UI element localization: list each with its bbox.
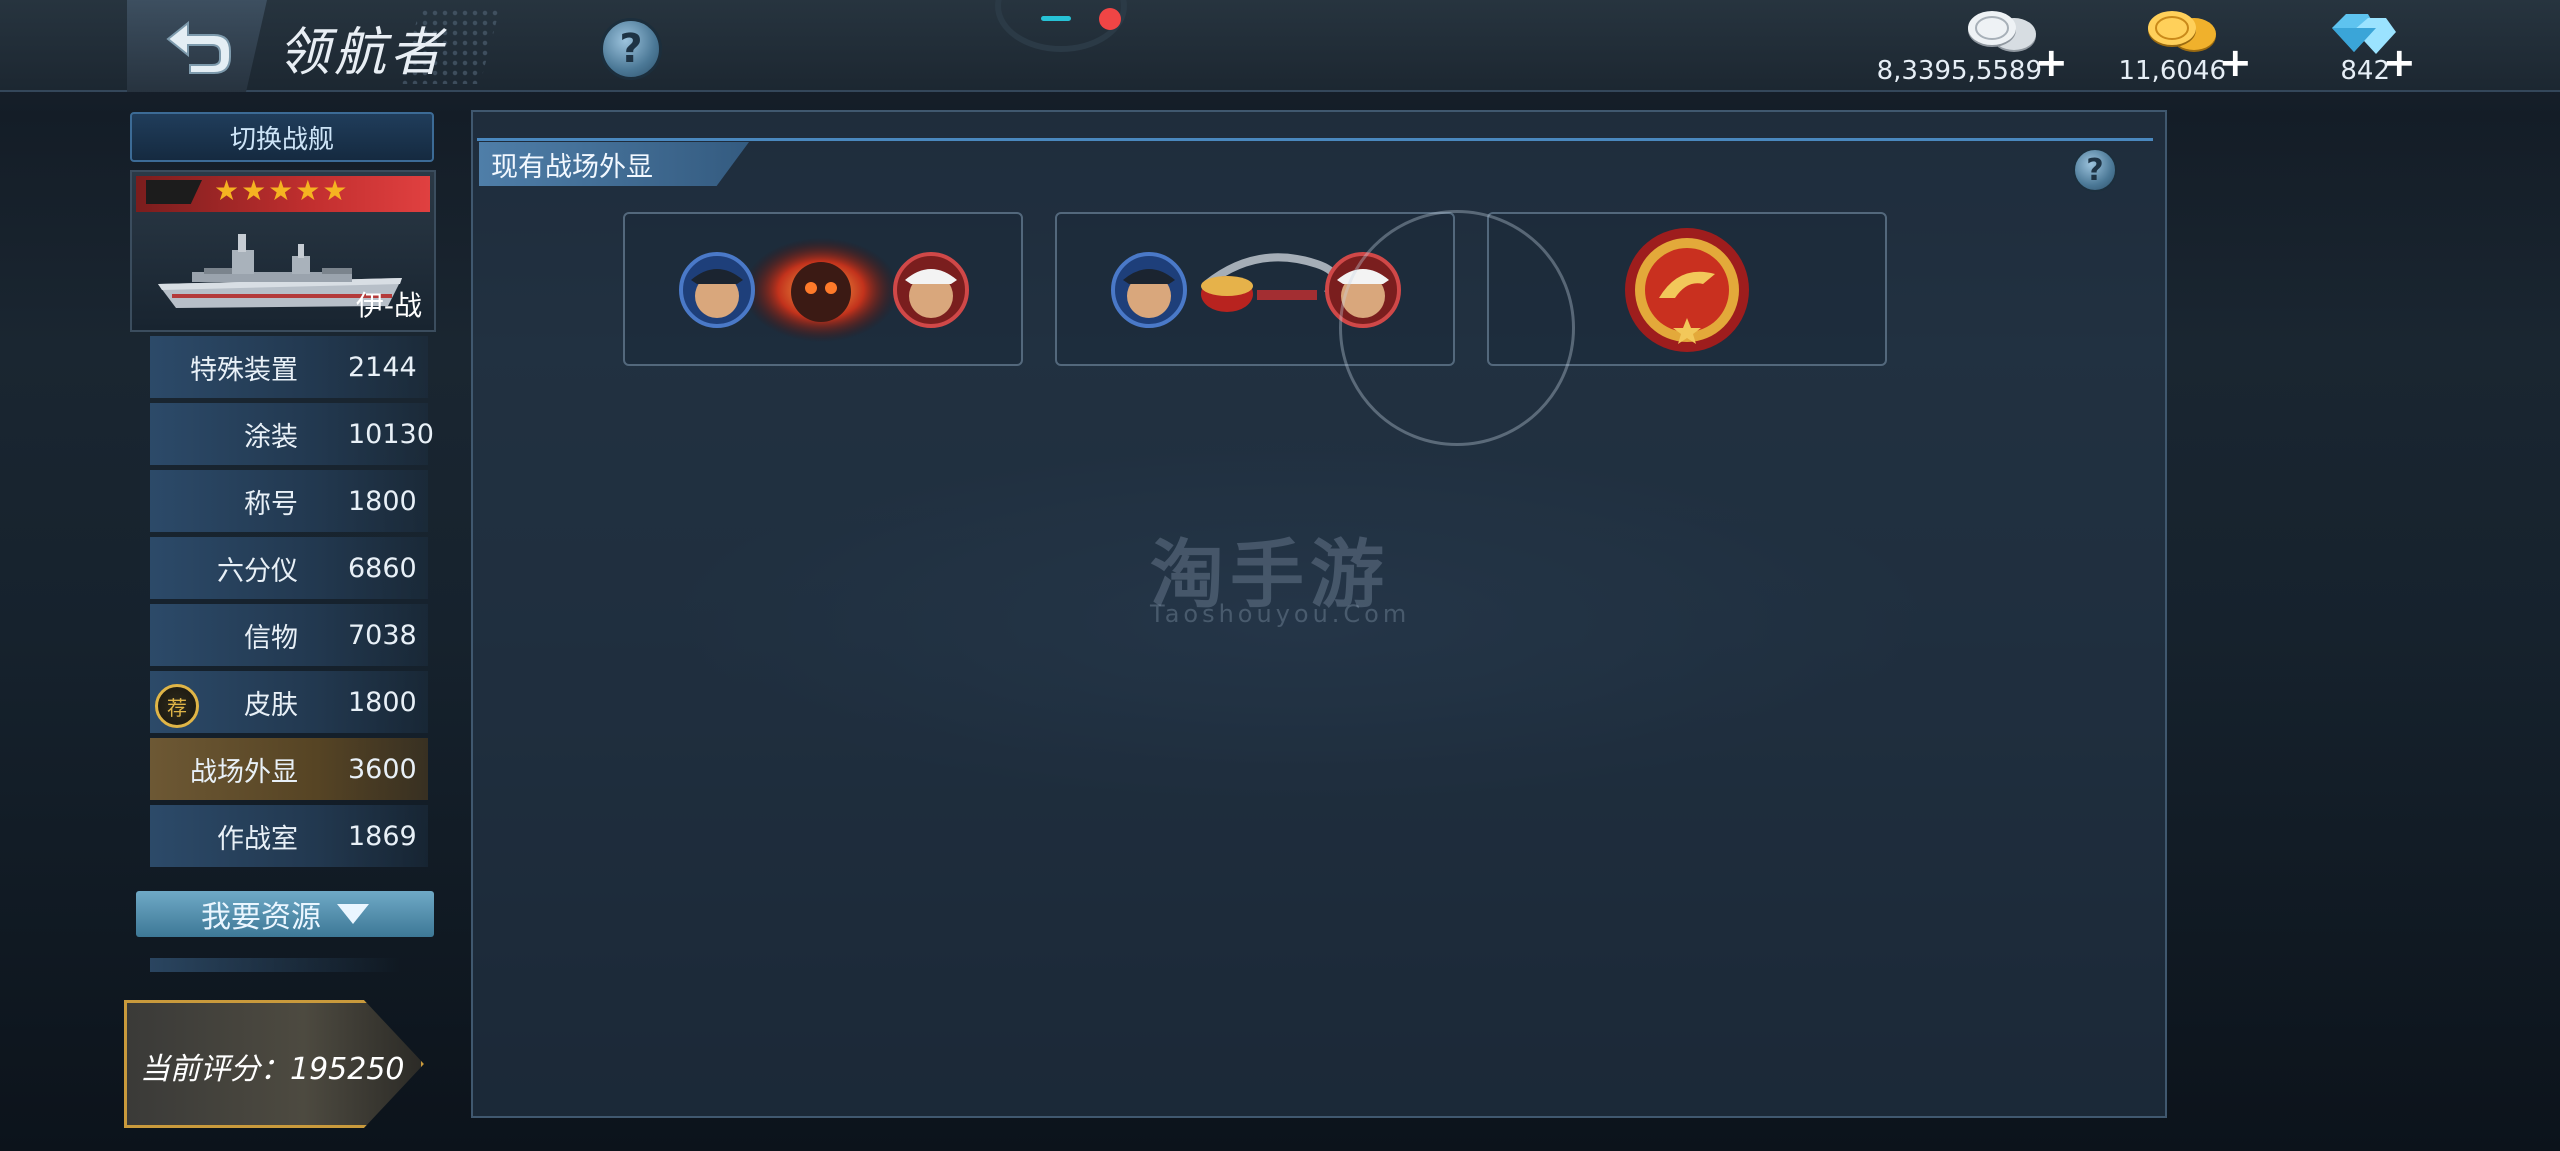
sidebar-item-skin[interactable]: 荐 皮肤 1800 [150, 671, 428, 733]
add-silver-button[interactable]: + [2034, 40, 2068, 86]
current-score: 当前评分：195250 [140, 1052, 405, 1087]
sidebar-item-label: 六分仪 [217, 555, 298, 587]
chevron-down-icon [337, 904, 369, 924]
sidebar-item-value: 10130 [348, 418, 434, 450]
gold-currency[interactable]: 11,6046 + [2110, 0, 2260, 90]
sidebar-item-label: 称号 [244, 488, 298, 520]
score-plate: 当前评分：195250 [124, 1000, 424, 1128]
touch-indicator [1339, 210, 1575, 446]
sidebar-item-value: 1800 [348, 686, 417, 718]
switch-ship-button[interactable]: 切换战舰 [130, 112, 434, 162]
display-slot-fire[interactable] [623, 212, 1023, 366]
silver-value: 8,3395,5589 [1876, 56, 2042, 86]
section-divider [477, 138, 2153, 141]
ship-name: 伊-战 [355, 289, 422, 322]
help-icon: ? [619, 26, 643, 72]
watermark-url: Taoshouyou.Com [1150, 600, 1411, 628]
sidebar-divider [150, 958, 400, 972]
sidebar-item-label: 涂装 [244, 421, 298, 453]
sidebar-item-label: 战场外显 [190, 756, 298, 788]
sidebar-item-value: 3600 [348, 753, 417, 785]
silver-currency[interactable]: 8,3395,5589 + [1876, 0, 2070, 90]
ship-stars: ★★★★★ [214, 174, 350, 207]
sidebar-item-value: 6860 [348, 552, 417, 584]
top-bar: 领航者 ? 8,3395,5589 + 11,6046 + 842 + [0, 0, 2560, 92]
silver-coins-icon [1968, 11, 2036, 52]
sidebar-item-label: 皮肤 [244, 689, 298, 721]
sidebar-menu: 特殊装置 2144 涂装 10130 称号 1800 六分仪 6860 信物 7… [150, 336, 434, 872]
help-icon: ? [2086, 152, 2104, 188]
section-title: 现有战场外显 [479, 142, 749, 186]
sidebar-item-label: 作战室 [217, 823, 298, 855]
add-diamond-button[interactable]: + [2382, 40, 2416, 86]
ship-card[interactable]: ★★★★★ 伊-战 [130, 170, 436, 332]
back-button[interactable] [127, 0, 267, 92]
sidebar-item-war-room[interactable]: 作战室 1869 [150, 805, 428, 867]
sidebar-item-token[interactable]: 信物 7038 [150, 604, 428, 666]
sidebar-item-value: 2144 [348, 351, 417, 383]
get-resources-button[interactable]: 我要资源 [136, 891, 434, 937]
sidebar-item-special-device[interactable]: 特殊装置 2144 [150, 336, 428, 398]
section-help-button[interactable]: ? [2073, 148, 2117, 192]
sidebar-item-value: 7038 [348, 619, 417, 651]
diamond-currency[interactable]: 842 + [2310, 0, 2430, 90]
fire-skull-effect-icon [679, 238, 969, 342]
sidebar-item-paint[interactable]: 涂装 10130 [150, 403, 434, 465]
recommend-badge-icon: 荐 [155, 684, 199, 728]
sidebar-item-label: 特殊装置 [190, 354, 298, 386]
sidebar-item-label: 信物 [244, 622, 298, 654]
page-title: 领航者 [278, 23, 447, 83]
sidebar-item-title[interactable]: 称号 1800 [150, 470, 428, 532]
notification-dot [1099, 8, 1121, 30]
sidebar-item-sextant[interactable]: 六分仪 6860 [150, 537, 428, 599]
add-gold-button[interactable]: + [2218, 40, 2252, 86]
gold-value: 11,6046 [2118, 56, 2226, 86]
sidebar-item-value: 1869 [348, 820, 417, 852]
sidebar-item-battle-display[interactable]: 战场外显 3600 [150, 738, 428, 800]
gold-coins-icon [2148, 11, 2216, 52]
help-button[interactable]: ? [600, 18, 662, 80]
sidebar-item-value: 1800 [348, 485, 417, 517]
get-resources-label: 我要资源 [201, 900, 321, 935]
back-arrow-icon [166, 20, 231, 74]
